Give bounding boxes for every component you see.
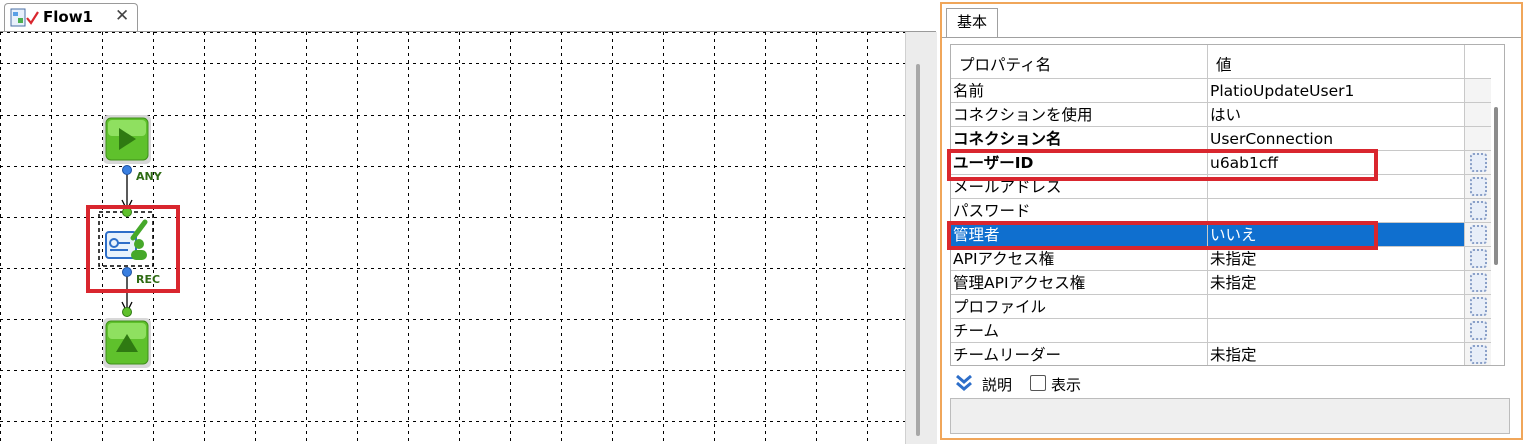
task-input-port[interactable] [122, 207, 132, 217]
edit-ellipsis-icon[interactable] [1470, 321, 1487, 340]
task-output-port[interactable] [122, 267, 132, 277]
property-name-cell: パスワード [951, 199, 1208, 223]
property-row[interactable]: チームリーダー 未指定 [951, 343, 1491, 365]
property-value-cell[interactable]: UserConnection [1208, 127, 1465, 151]
description-text-area[interactable] [950, 398, 1510, 434]
property-row[interactable]: 管理APIアクセス権 未指定 [951, 271, 1491, 295]
property-row[interactable]: 名前 PlatioUpdateUser1 [951, 79, 1491, 103]
flow-file-icon [10, 8, 40, 28]
tab-title: Flow1 [43, 8, 93, 26]
any-port-label: ANY [136, 170, 162, 183]
edit-ellipsis-icon[interactable] [1470, 273, 1487, 292]
canvas-scrollbar[interactable] [905, 32, 937, 444]
task-node[interactable] [98, 207, 154, 277]
property-table: プロパティ名 値 名前 PlatioUpdateUser1 コネクションを使用 はいコ… [950, 44, 1505, 366]
description-bar: 説明 表示 [950, 370, 1510, 398]
property-name-cell: APIアクセス権 [951, 247, 1208, 271]
property-row[interactable]: 管理者 いいえ [951, 223, 1491, 247]
flow-diagram [98, 115, 154, 369]
property-value-cell[interactable] [1208, 175, 1465, 199]
user-update-task-icon [105, 219, 148, 260]
property-value-cell[interactable]: はい [1208, 103, 1465, 127]
property-edit-cell [1465, 295, 1491, 319]
start-output-port[interactable] [122, 165, 132, 175]
column-header-property-name: プロパティ名 [951, 45, 1208, 79]
property-edit-cell [1465, 343, 1491, 365]
property-edit-cell [1465, 103, 1491, 127]
double-chevron-down-icon[interactable] [954, 373, 974, 393]
property-edit-cell [1465, 199, 1491, 223]
close-icon[interactable]: ✕ [115, 6, 129, 26]
property-row[interactable]: メールアドレス [951, 175, 1491, 199]
property-edit-cell [1465, 271, 1491, 295]
flow-canvas[interactable]: ANY REC [0, 32, 905, 444]
end-node[interactable] [103, 307, 151, 369]
property-scrollbar[interactable] [1491, 79, 1504, 365]
edit-ellipsis-icon[interactable] [1470, 153, 1487, 172]
property-row[interactable]: APIアクセス権 未指定 [951, 247, 1491, 271]
property-row[interactable]: コネクションを使用 はい [951, 103, 1491, 127]
column-header-edit [1465, 45, 1491, 79]
edit-ellipsis-icon[interactable] [1470, 177, 1487, 196]
scrollbar-thumb[interactable] [916, 64, 920, 436]
start-node[interactable] [103, 115, 151, 164]
table-header: プロパティ名 値 [951, 45, 1491, 79]
show-label: 表示 [1051, 376, 1082, 394]
property-value-cell[interactable] [1208, 319, 1465, 343]
property-edit-cell [1465, 247, 1491, 271]
property-name-cell: 名前 [951, 79, 1208, 103]
rec-port-label: REC [136, 273, 161, 286]
property-value-cell[interactable]: 未指定 [1208, 271, 1465, 295]
property-row[interactable]: コネクション名 UserConnection [951, 127, 1491, 151]
property-edit-cell [1465, 319, 1491, 343]
property-value-cell[interactable]: u6ab1cff [1208, 151, 1465, 175]
editor-tab-bar: Flow1 ✕ [0, 0, 936, 32]
flow-editor: Flow1 ✕ ANY REC [0, 0, 937, 444]
property-name-cell: 管理者 [951, 223, 1208, 247]
edit-ellipsis-icon[interactable] [1470, 249, 1487, 268]
properties-tab-bar: 基本 [942, 4, 1521, 38]
property-name-cell: 管理APIアクセス権 [951, 271, 1208, 295]
property-value-cell[interactable]: 未指定 [1208, 247, 1465, 271]
edit-ellipsis-icon[interactable] [1470, 225, 1487, 244]
property-name-cell: メールアドレス [951, 175, 1208, 199]
property-edit-cell [1465, 151, 1491, 175]
property-name-cell: チームリーダー [951, 343, 1208, 365]
edit-ellipsis-icon[interactable] [1470, 201, 1487, 220]
end-input-port[interactable] [122, 307, 132, 317]
property-row[interactable]: パスワード [951, 199, 1491, 223]
property-row[interactable]: ユーザーID u6ab1cff [951, 151, 1491, 175]
header-value-label: 値 [1216, 56, 1232, 74]
property-edit-cell [1465, 79, 1491, 103]
header-name-label: プロパティ名 [959, 56, 1052, 74]
property-name-cell: コネクション名 [951, 127, 1208, 151]
property-name-cell: ユーザーID [951, 151, 1208, 175]
property-edit-cell [1465, 127, 1491, 151]
edit-ellipsis-icon[interactable] [1470, 297, 1487, 316]
tab-basic[interactable]: 基本 [946, 8, 998, 37]
property-name-cell: コネクションを使用 [951, 103, 1208, 127]
property-edit-cell [1465, 223, 1491, 247]
property-value-cell[interactable] [1208, 199, 1465, 223]
property-row[interactable]: チーム [951, 319, 1491, 343]
property-row[interactable]: プロファイル [951, 295, 1491, 319]
property-value-cell[interactable] [1208, 295, 1465, 319]
column-header-value: 値 [1208, 45, 1465, 79]
property-edit-cell [1465, 175, 1491, 199]
property-value-cell[interactable]: いいえ [1208, 223, 1465, 247]
tab-flow1[interactable]: Flow1 ✕ [4, 3, 138, 31]
property-name-cell: プロファイル [951, 295, 1208, 319]
property-value-cell[interactable]: 未指定 [1208, 343, 1465, 365]
property-name-cell: チーム [951, 319, 1208, 343]
property-value-cell[interactable]: PlatioUpdateUser1 [1208, 79, 1465, 103]
properties-panel: 基本 プロパティ名 値 名前 PlatioUpdateUser1 コネクションを使用… [940, 2, 1523, 440]
scrollbar-thumb[interactable] [1494, 107, 1498, 265]
edit-ellipsis-icon[interactable] [1470, 345, 1487, 364]
show-checkbox[interactable] [1030, 375, 1046, 391]
description-label: 説明 [982, 376, 1013, 394]
